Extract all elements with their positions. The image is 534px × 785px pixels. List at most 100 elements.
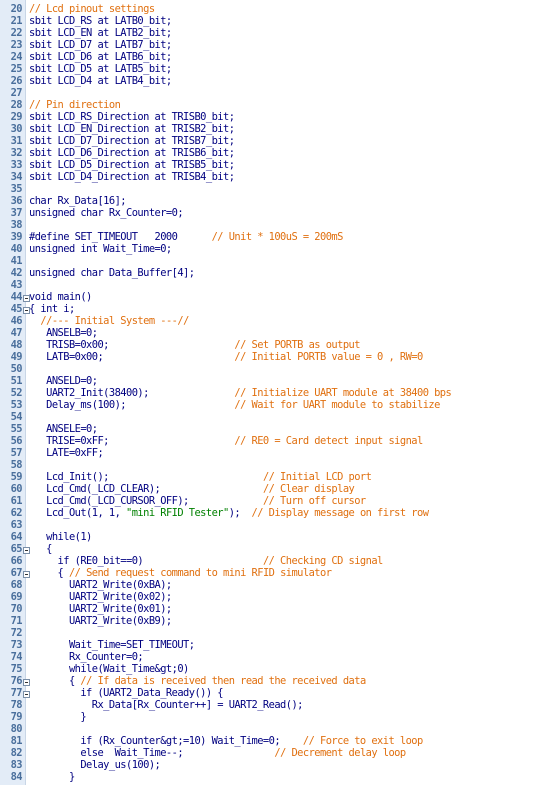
code-text: if (UART2_Data_Ready()) { (29, 687, 223, 699)
code-line[interactable]: 74 Rx_Counter=0; (0, 651, 534, 663)
line-number: 42 (10, 267, 23, 279)
code-line[interactable]: 25 sbit LCD_D5 at LATB5_bit; (0, 63, 534, 75)
code-line[interactable]: 41 (0, 255, 534, 267)
code-line[interactable]: 82 else Wait_Time--; // Decrement delay … (0, 747, 534, 759)
code-line[interactable]: 59 Lcd_Init(); // Initial LCD port (0, 471, 534, 483)
code-text: Rx_Data[Rx_Counter++] = UART2_Read(); (29, 699, 304, 711)
code-line[interactable]: 49 LATB=0x00; // Initial PORTB value = 0… (0, 351, 534, 363)
line-number: 25 (10, 63, 23, 75)
code-line[interactable]: 54 (0, 411, 534, 423)
code-line[interactable]: 22 sbit LCD_EN at LATB2_bit; (0, 27, 534, 39)
code-line[interactable]: 55 ANSELE=0; (0, 423, 534, 435)
code-line[interactable]: 36 char Rx_Data[16]; (0, 195, 534, 207)
line-number: 66 (10, 555, 23, 567)
code-comment: // Lcd pinout settings (29, 3, 155, 15)
code-line[interactable]: 60 Lcd_Cmd(_LCD_CLEAR); // Clear display (0, 483, 534, 495)
line-number: 79 (10, 711, 23, 723)
code-line[interactable]: 73 Wait_Time=SET_TIMEOUT; (0, 639, 534, 651)
code-line[interactable]: 66 if (RE0_bit==0) // Checking CD signal (0, 555, 534, 567)
line-number: 63 (10, 519, 23, 531)
code-line[interactable]: 76 { // If data is received then read th… (0, 675, 534, 687)
code-text: sbit LCD_D5 at LATB5_bit; (29, 63, 172, 75)
code-line[interactable]: 21 sbit LCD_RS at LATB0_bit; (0, 15, 534, 27)
fold-collapse-icon[interactable] (23, 305, 30, 314)
code-line[interactable]: 57 LATE=0xFF; (0, 447, 534, 459)
code-editor[interactable]: 20 // Lcd pinout settings 21 sbit LCD_RS at… (0, 0, 534, 785)
code-text: TRISE=0xFF; (29, 435, 235, 447)
code-line[interactable]: 58 (0, 459, 534, 471)
code-line[interactable]: 75 while(Wait_Time&gt;0) (0, 663, 534, 675)
code-line[interactable]: 78 Rx_Data[Rx_Counter++] = UART2_Read(); (0, 699, 534, 711)
code-line[interactable]: 35 (0, 183, 534, 195)
code-line[interactable]: 39 #define SET_TIMEOUT 2000 // Unit * 100… (0, 231, 534, 243)
fold-collapse-icon[interactable] (23, 545, 30, 554)
code-line[interactable]: 38 (0, 219, 534, 231)
code-line[interactable]: 26 sbit LCD_D4 at LATB4_bit; (0, 75, 534, 87)
code-line[interactable]: 23 sbit LCD_D7 at LATB7_bit; (0, 39, 534, 51)
code-line[interactable]: 42 unsigned char Data_Buffer[4]; (0, 267, 534, 279)
code-line[interactable]: 50 (0, 363, 534, 375)
code-line[interactable]: 81 if (Rx_Counter&gt;=10) Wait_Time=0; /… (0, 735, 534, 747)
code-line[interactable]: 61 Lcd_Cmd(_LCD_CURSOR_OFF); // Turn off… (0, 495, 534, 507)
code-line[interactable]: 80 (0, 723, 534, 735)
code-line[interactable]: 40 unsigned int Wait_Time=0; (0, 243, 534, 255)
code-line[interactable]: 45{ int i; (0, 303, 534, 315)
code-line[interactable]: 27 (0, 87, 534, 99)
code-line[interactable]: 68 UART2_Write(0xBA); (0, 579, 534, 591)
code-line[interactable]: 34 sbit LCD_D4_Direction at TRISB4_bit; (0, 171, 534, 183)
code-line[interactable]: 65 { (0, 543, 534, 555)
code-text: UART2_Write(0x01); (29, 603, 172, 615)
code-line[interactable]: 52 UART2_Init(38400); // Initialize UART… (0, 387, 534, 399)
code-line[interactable]: 79 } (0, 711, 534, 723)
fold-collapse-icon[interactable] (23, 293, 30, 302)
code-line[interactable]: 64 while(1) (0, 531, 534, 543)
code-line[interactable]: 37 unsigned char Rx_Counter=0; (0, 207, 534, 219)
code-line[interactable]: 33 sbit LCD_D5_Direction at TRISB5_bit; (0, 159, 534, 171)
code-text: UART2_Write(0x02); (29, 591, 172, 603)
code-line[interactable]: 83 Delay_us(100); (0, 759, 534, 771)
code-comment: // If data is received then read the rec… (80, 675, 366, 687)
line-number: 59 (10, 471, 23, 483)
code-line[interactable]: 46 //--- Initial System ---// (0, 315, 534, 327)
code-line[interactable]: 53 Delay_ms(100); // Wait for UART modul… (0, 399, 534, 411)
code-line[interactable]: 77 if (UART2_Data_Ready()) { (0, 687, 534, 699)
code-line[interactable]: 31 sbit LCD_D7_Direction at TRISB7_bit; (0, 135, 534, 147)
line-number: 70 (10, 603, 23, 615)
code-line[interactable]: 67 { // Send request command to mini RFI… (0, 567, 534, 579)
line-number: 22 (10, 27, 23, 39)
code-line[interactable]: 32 sbit LCD_D6_Direction at TRISB6_bit; (0, 147, 534, 159)
code-line[interactable]: 30 sbit LCD_EN_Direction at TRISB2_bit; (0, 123, 534, 135)
code-line[interactable]: 48 TRISB=0x00; // Set PORTB as output (0, 339, 534, 351)
line-number: 53 (10, 399, 23, 411)
code-line[interactable]: 70 UART2_Write(0x01); (0, 603, 534, 615)
code-text: Wait_Time=SET_TIMEOUT; (29, 639, 195, 651)
code-line[interactable]: 62 Lcd_Out(1, 1, "mini RFID Tester"); //… (0, 507, 534, 519)
fold-collapse-icon[interactable] (23, 569, 30, 578)
code-line[interactable]: 84 } (0, 771, 534, 783)
fold-collapse-icon[interactable] (23, 677, 30, 686)
code-line[interactable]: 56 TRISE=0xFF; // RE0 = Card detect inpu… (0, 435, 534, 447)
code-text: UART2_Write(0xBA); (29, 579, 172, 591)
line-number: 72 (10, 627, 23, 639)
code-comment: // Initial PORTB value = 0 , RW=0 (234, 351, 423, 363)
code-line[interactable]: 44 void main() (0, 291, 534, 303)
line-number: 30 (10, 123, 23, 135)
code-line[interactable]: 20 // Lcd pinout settings (0, 3, 534, 15)
fold-collapse-icon[interactable] (23, 689, 30, 698)
code-comment: // Turn off cursor (262, 495, 366, 507)
line-number: 33 (10, 159, 23, 171)
line-number: 34 (10, 171, 23, 183)
code-text: sbit LCD_D5_Direction at TRISB5_bit; (29, 159, 235, 171)
code-line[interactable]: 69 UART2_Write(0x02); (0, 591, 534, 603)
code-line[interactable]: 71 UART2_Write(0xB9); (0, 615, 534, 627)
code-line[interactable]: 43 (0, 279, 534, 291)
code-line[interactable]: 24 sbit LCD_D6 at LATB6_bit; (0, 51, 534, 63)
code-line[interactable]: 47 ANSELB=0; (0, 327, 534, 339)
code-line[interactable]: 29 sbit LCD_RS_Direction at TRISB0_bit; (0, 111, 534, 123)
line-number: 47 (10, 327, 23, 339)
code-line[interactable]: 72 (0, 627, 534, 639)
code-line[interactable]: 28 // Pin direction (0, 99, 534, 111)
code-line[interactable]: 51 ANSELD=0; (0, 375, 534, 387)
code-line[interactable]: 63 (0, 519, 534, 531)
code-text: LATE=0xFF; (29, 447, 104, 459)
